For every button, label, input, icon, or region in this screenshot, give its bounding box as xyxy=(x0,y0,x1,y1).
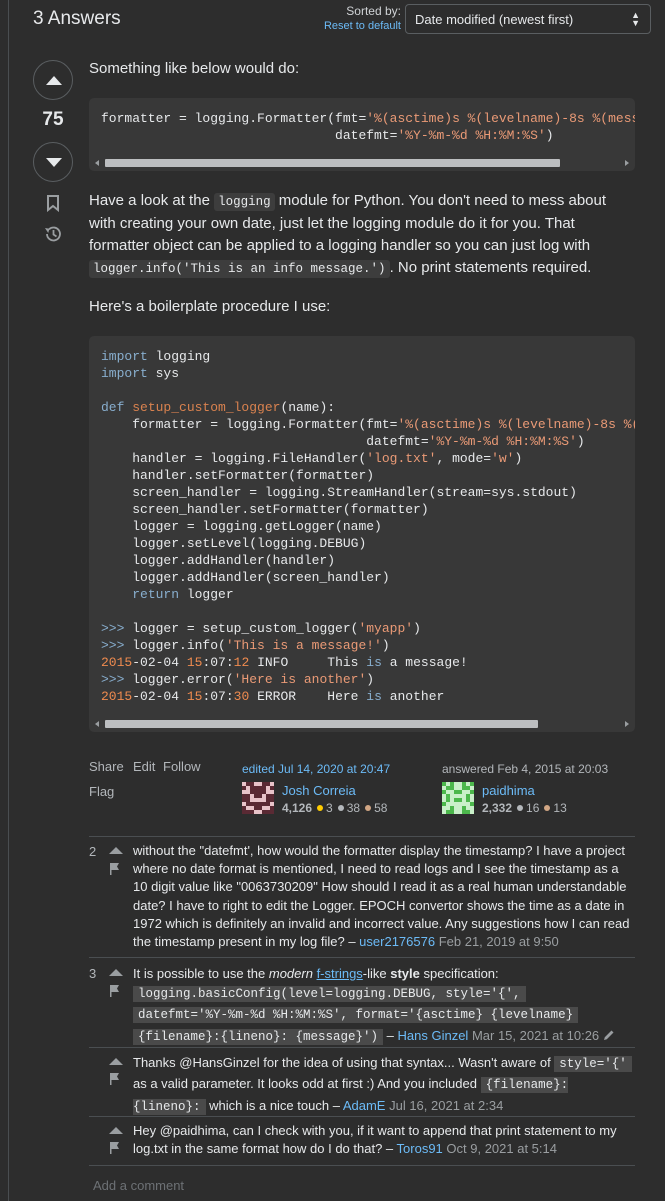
comment-user-link[interactable]: AdamE xyxy=(343,1098,386,1113)
sort-selected-value: Date modified (newest first) xyxy=(415,12,574,27)
vote-count: 75 xyxy=(42,109,64,130)
author-reputation: 2,332 16 13 xyxy=(482,801,567,815)
code-formatter: formatter = logging.Formatter(fmt='%(asc… xyxy=(101,111,635,143)
answer-intro: Something like below would do: xyxy=(89,60,300,77)
follow-link[interactable]: Follow xyxy=(163,759,201,774)
upvote-button[interactable] xyxy=(33,60,73,100)
comment-date[interactable]: Mar 15, 2021 at 10:26 xyxy=(472,1028,599,1043)
scroll-left-icon xyxy=(95,721,99,727)
editor-name-link[interactable]: Josh Correia xyxy=(282,783,356,798)
inline-code-logger-info: logger.info('This is an info message.') xyxy=(89,260,390,278)
comment-user-link[interactable]: Toros91 xyxy=(397,1141,443,1156)
flag-link[interactable]: Flag xyxy=(89,784,114,799)
comment-2: It is possible to use the modern f-strin… xyxy=(133,964,633,1047)
bookmark-button[interactable] xyxy=(46,194,60,217)
gold-badge-icon xyxy=(317,805,324,811)
share-link[interactable]: Share xyxy=(89,759,124,774)
history-icon xyxy=(45,226,61,242)
editor-avatar[interactable] xyxy=(242,782,274,814)
scroll-thumb[interactable] xyxy=(105,159,560,167)
comment-upvote-icon[interactable] xyxy=(108,845,124,855)
edited-timestamp-link[interactable]: edited Jul 14, 2020 at 20:47 xyxy=(242,762,390,776)
code-scrollbar-1[interactable] xyxy=(95,158,629,168)
comment-upvote-icon[interactable] xyxy=(108,1056,124,1066)
scroll-left-icon xyxy=(95,160,99,166)
author-name-link[interactable]: paidhima xyxy=(482,783,535,798)
author-avatar[interactable] xyxy=(442,782,474,814)
f-strings-link[interactable]: f-strings xyxy=(317,966,363,981)
answered-timestamp: answered Feb 4, 2015 at 20:03 xyxy=(442,762,609,776)
comment-date[interactable]: Feb 21, 2019 at 9:50 xyxy=(439,934,559,949)
answer-paragraph-3: Here's a boilerplate procedure I use: xyxy=(89,298,331,315)
answer-paragraph-2: Have a look at the logging module for Py… xyxy=(89,192,607,278)
comment-4: Hey @paidhima, can I check with you, if … xyxy=(133,1123,617,1157)
comment-upvote-icon[interactable] xyxy=(108,1125,124,1135)
comment-flag-icon[interactable] xyxy=(109,862,121,876)
comment-score: 2 xyxy=(89,844,97,859)
arrow-down-icon xyxy=(46,158,62,167)
add-comment-link[interactable]: Add a comment xyxy=(93,1178,184,1193)
code-block-formatter: formatter = logging.Formatter(fmt='%(asc… xyxy=(89,98,635,171)
comment-code: logging.basicConfig(level=logging.DEBUG,… xyxy=(133,986,526,1003)
comment-score: 3 xyxy=(89,966,97,981)
edited-pencil-icon[interactable] xyxy=(603,1029,615,1041)
arrow-up-icon xyxy=(46,76,62,85)
sorted-by-label: Sorted by: xyxy=(346,4,401,18)
edit-link[interactable]: Edit xyxy=(133,759,155,774)
scroll-right-icon xyxy=(625,721,629,727)
comment-date[interactable]: Jul 16, 2021 at 2:34 xyxy=(389,1098,503,1113)
comment-code: datefmt='%Y-%m-%d %H:%M:%S', format='{as… xyxy=(133,1007,579,1024)
comment-3: Thanks @HansGinzel for the idea of using… xyxy=(133,1053,633,1117)
comment-1: without the "datefmt', how would the for… xyxy=(133,843,630,950)
code-boilerplate: import logging import sys def setup_cust… xyxy=(101,349,635,704)
bronze-badge-icon xyxy=(544,805,551,811)
comment-divider xyxy=(89,957,635,958)
editor-reputation: 4,126 3 38 58 xyxy=(282,801,388,815)
bronze-badge-icon xyxy=(365,805,372,811)
left-border xyxy=(8,0,9,1201)
scroll-right-icon xyxy=(625,160,629,166)
downvote-button[interactable] xyxy=(33,142,73,182)
comment-code: {filename}:{lineno}: {message}') xyxy=(133,1028,384,1045)
comment-flag-icon[interactable] xyxy=(109,1141,121,1155)
bookmark-icon xyxy=(47,195,59,213)
timeline-button[interactable] xyxy=(43,224,63,249)
code-scrollbar-2[interactable] xyxy=(95,719,629,729)
comment-date[interactable]: Oct 9, 2021 at 5:14 xyxy=(446,1141,557,1156)
comment-divider xyxy=(89,1116,635,1117)
comment-code: style='{' xyxy=(554,1056,632,1072)
inline-code-logging: logging xyxy=(214,193,275,211)
comment-flag-icon[interactable] xyxy=(109,984,121,998)
code-block-boilerplate: import logging import sys def setup_cust… xyxy=(89,336,635,732)
comment-flag-icon[interactable] xyxy=(109,1072,121,1086)
silver-badge-icon xyxy=(337,805,344,811)
comment-divider xyxy=(89,836,635,837)
comment-user-link[interactable]: user2176576 xyxy=(359,934,435,949)
comment-upvote-icon[interactable] xyxy=(108,967,124,977)
sort-select[interactable]: Date modified (newest first) ▲ ▼ xyxy=(405,4,651,34)
comment-divider xyxy=(89,1165,635,1166)
comment-divider xyxy=(89,1047,635,1048)
scroll-thumb[interactable] xyxy=(105,720,538,728)
reset-to-default-link[interactable]: Reset to default xyxy=(0,20,401,32)
select-caret-icon: ▲ ▼ xyxy=(631,10,640,28)
silver-badge-icon xyxy=(517,805,524,811)
comment-user-link[interactable]: Hans Ginzel xyxy=(398,1028,469,1043)
